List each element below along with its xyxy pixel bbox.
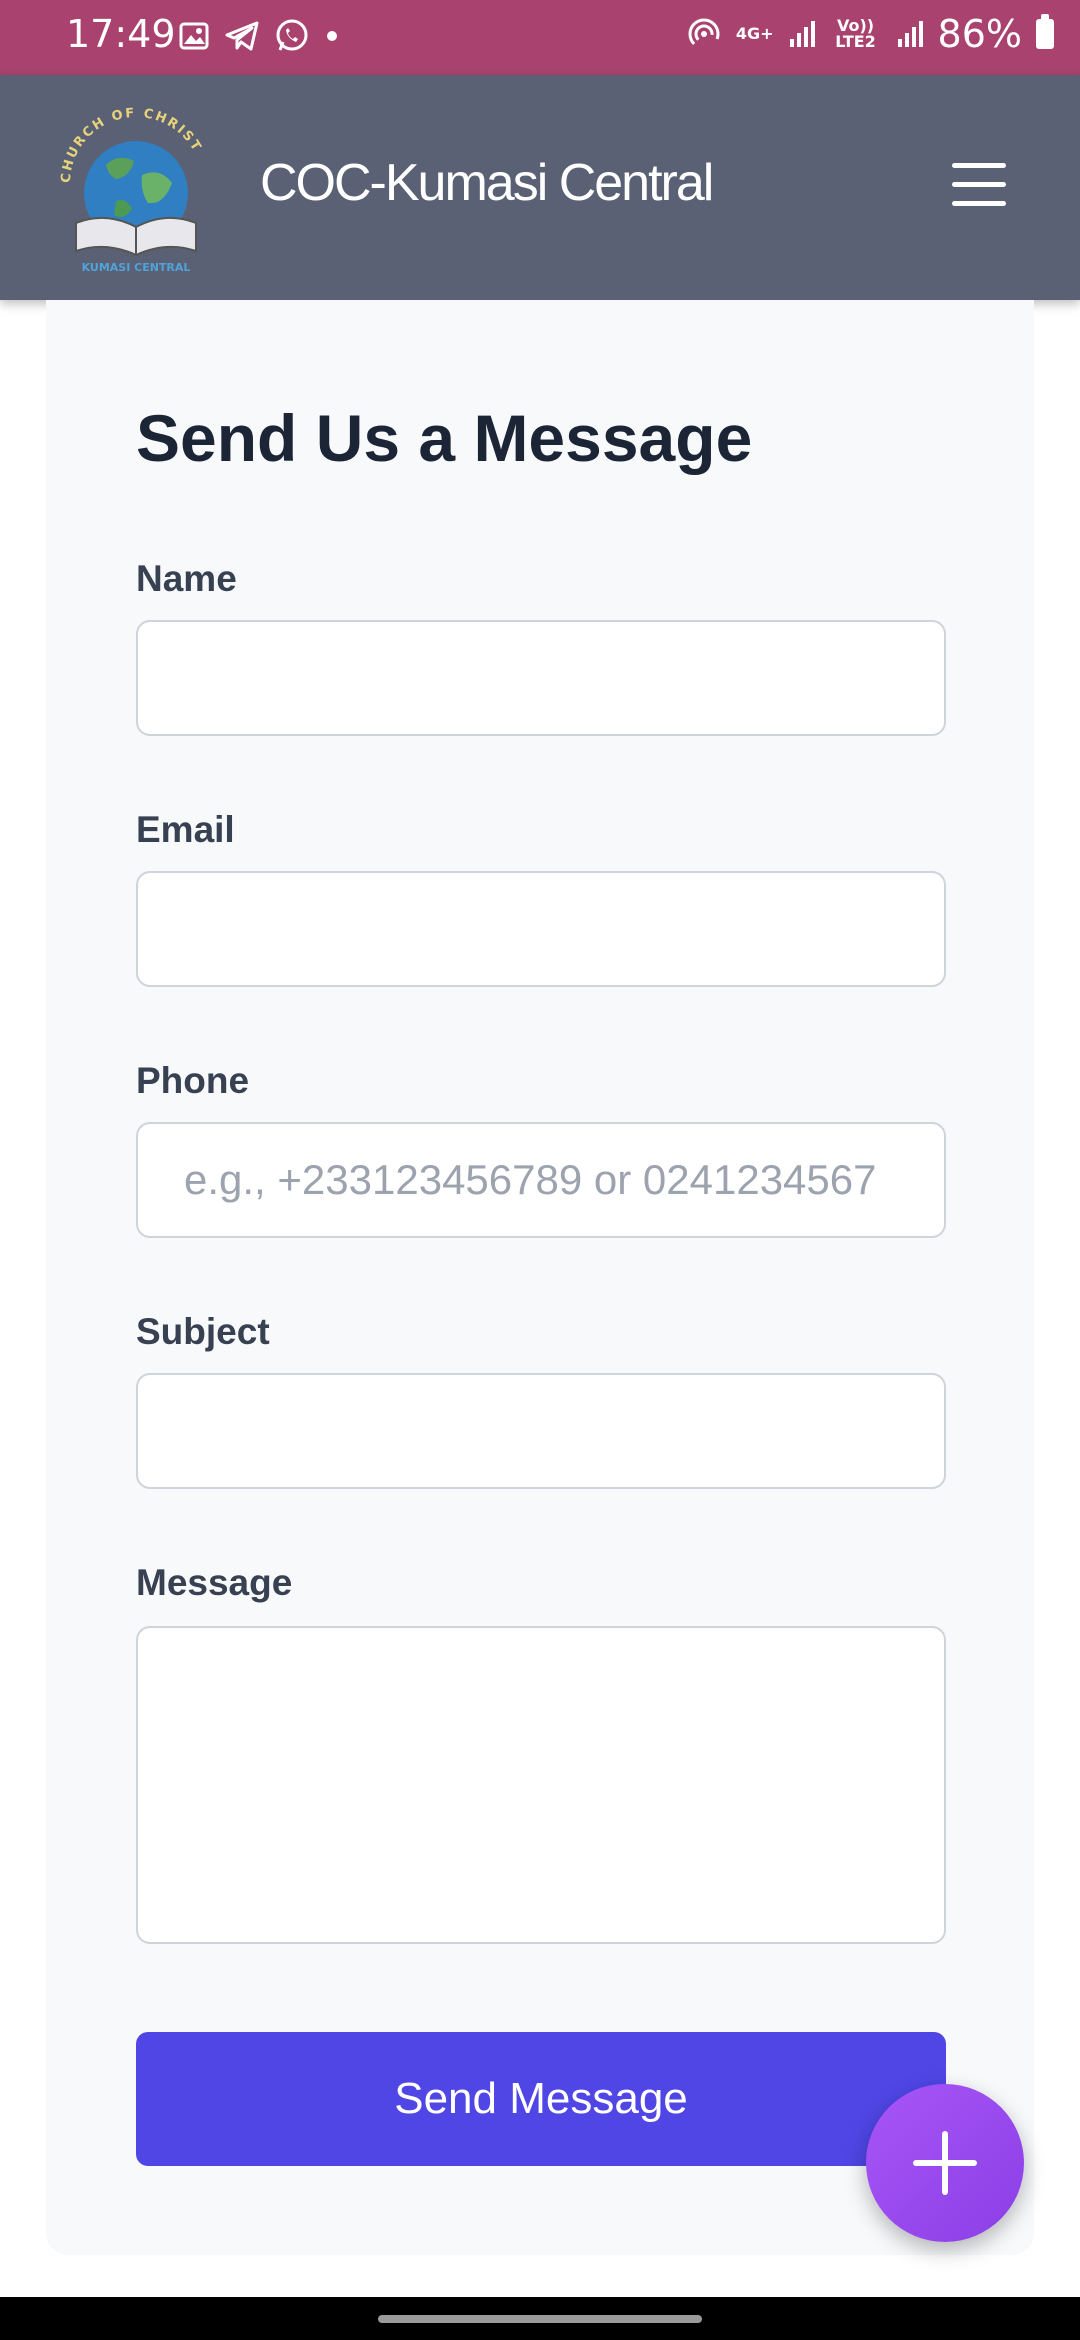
message-label: Message xyxy=(136,1562,293,1603)
svg-text:KUMASI CENTRAL: KUMASI CENTRAL xyxy=(82,261,191,274)
whatsapp-icon xyxy=(276,19,308,51)
notification-dot-icon xyxy=(327,31,337,41)
status-time: 17:49 xyxy=(66,12,176,56)
plus-icon xyxy=(913,2131,977,2195)
signal-icon-2 xyxy=(897,21,923,47)
telegram-icon xyxy=(225,21,259,51)
hamburger-menu-icon[interactable] xyxy=(952,163,1006,209)
volte-indicator: Vo)) LTE2 xyxy=(835,16,876,51)
app-header: CHURCH OF CHRIST KUMASI CENTRAL COC-Kuma… xyxy=(0,75,1080,300)
site-title[interactable]: COC-Kumasi Central xyxy=(260,153,714,213)
email-input[interactable] xyxy=(136,871,946,987)
notification-icons xyxy=(178,18,340,54)
battery-percent: 86% xyxy=(937,12,1022,56)
contact-form-card: Send Us a Message Name Email Phone Subje… xyxy=(46,300,1034,2255)
status-right: 4G+ Vo)) LTE2 86% xyxy=(686,12,1054,56)
form-title: Send Us a Message xyxy=(136,401,753,475)
name-label: Name xyxy=(136,558,237,599)
phone-label: Phone xyxy=(136,1060,250,1101)
floating-action-button[interactable] xyxy=(866,2084,1024,2242)
subject-label: Subject xyxy=(136,1311,270,1352)
send-message-button[interactable]: Send Message xyxy=(136,2032,946,2166)
signal-icon xyxy=(789,21,815,47)
subject-input[interactable] xyxy=(136,1373,946,1489)
gallery-icon xyxy=(179,22,209,50)
hotspot-icon xyxy=(688,18,720,50)
church-logo[interactable]: CHURCH OF CHRIST KUMASI CENTRAL xyxy=(56,105,216,275)
network-type: 4G+ xyxy=(735,24,774,43)
battery-icon xyxy=(1036,14,1054,49)
home-indicator[interactable] xyxy=(378,2315,702,2323)
status-bar: 17:49 4G+ Vo)) LTE2 86% xyxy=(0,0,1080,75)
phone-input[interactable] xyxy=(136,1122,946,1238)
name-input[interactable] xyxy=(136,620,946,736)
message-textarea[interactable] xyxy=(136,1626,946,1944)
email-label: Email xyxy=(136,809,235,850)
